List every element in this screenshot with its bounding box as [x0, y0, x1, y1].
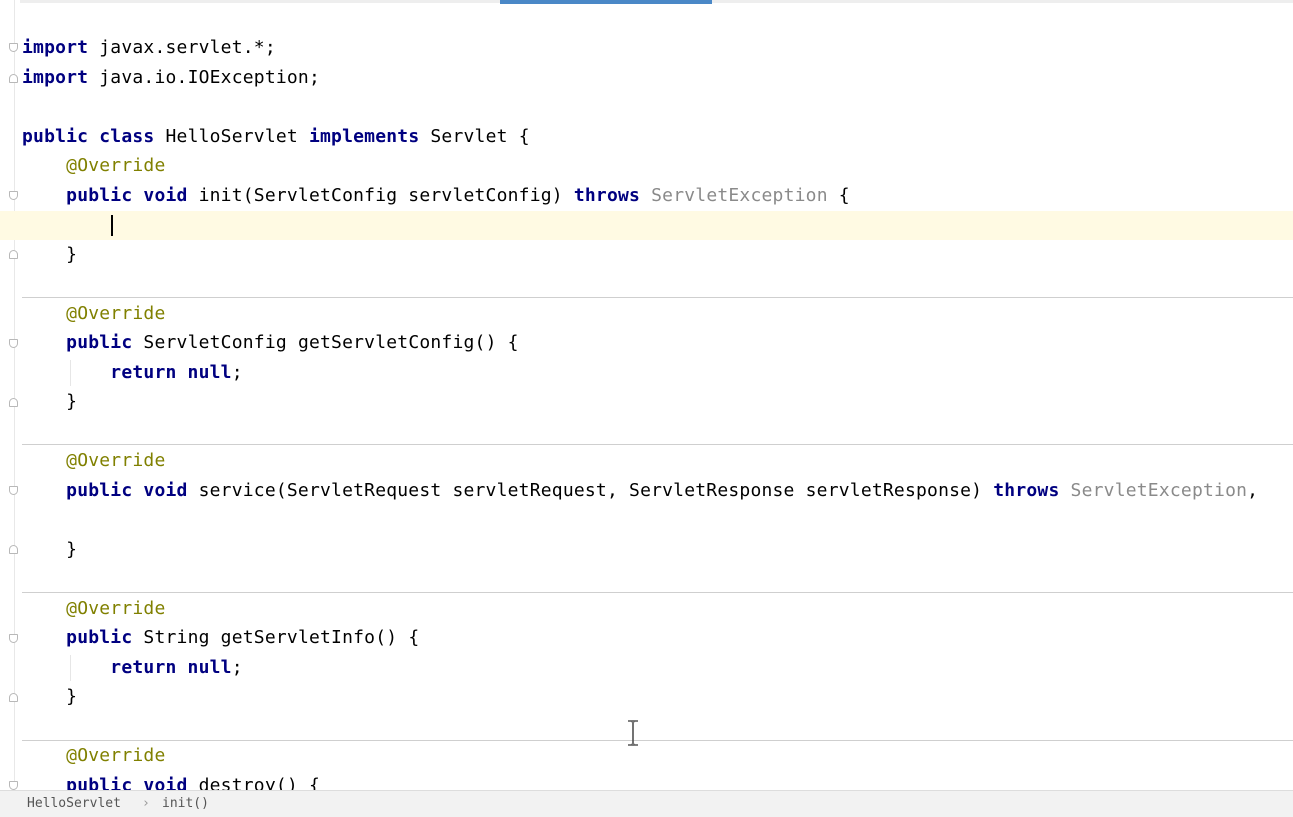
active-tab-indicator[interactable] — [500, 0, 712, 4]
text-caret — [111, 215, 113, 236]
fold-toggle-icon[interactable] — [9, 339, 18, 348]
code-token: public void — [66, 775, 188, 790]
code-token: java.io.IOException; — [88, 67, 321, 88]
fold-toggle-icon[interactable] — [9, 545, 18, 554]
gutter-divider — [14, 0, 15, 790]
fold-toggle-icon[interactable] — [9, 781, 18, 790]
code-token: , — [1247, 480, 1259, 501]
code-line[interactable]: public void init(ServletConfig servletCo… — [22, 181, 850, 210]
code-token: Servlet { — [419, 126, 530, 147]
code-token: public void — [66, 480, 188, 501]
code-line[interactable]: @Override — [22, 741, 166, 770]
code-line[interactable]: public class HelloServlet implements Ser… — [22, 122, 530, 151]
code-token: implements — [308, 126, 420, 147]
code-token: ServletException — [651, 185, 828, 206]
code-line[interactable]: @Override — [22, 594, 166, 623]
code-token: { — [827, 185, 850, 206]
code-line[interactable]: public ServletConfig getServletConfig() … — [22, 328, 519, 357]
code-line[interactable]: import java.io.IOException; — [22, 63, 320, 92]
code-token: String getServletInfo() { — [132, 627, 420, 648]
code-token: @Override — [66, 745, 166, 766]
code-token: public void — [66, 185, 188, 206]
text-cursor-icon — [628, 720, 638, 746]
fold-toggle-icon[interactable] — [9, 693, 18, 702]
breadcrumb-item-method[interactable]: init() — [162, 791, 209, 817]
code-line[interactable]: } — [22, 682, 77, 711]
code-token: throws — [993, 480, 1060, 501]
code-token: public class — [22, 126, 155, 147]
method-separator — [22, 592, 1293, 593]
code-token: throws — [573, 185, 641, 206]
code-token: init(ServletConfig servletConfig) — [187, 185, 574, 206]
code-token: ; — [231, 362, 243, 383]
code-line[interactable]: @Override — [22, 299, 166, 328]
code-token: public — [66, 627, 133, 648]
code-line[interactable]: @Override — [22, 446, 166, 475]
code-line[interactable]: @Override — [22, 151, 166, 180]
code-token: return null — [110, 362, 232, 383]
fold-toggle-icon[interactable] — [9, 634, 18, 643]
code-line[interactable]: import javax.servlet.*; — [22, 33, 276, 62]
code-token: @Override — [66, 450, 166, 471]
code-editor[interactable]: import javax.servlet.*; import java.io.IO… — [0, 0, 1293, 790]
code-token: import — [22, 67, 89, 88]
code-token: } — [22, 391, 78, 412]
current-line-highlight — [0, 211, 1293, 240]
code-token: @Override — [66, 303, 166, 324]
code-token: ; — [231, 657, 243, 678]
code-line[interactable]: } — [22, 240, 77, 269]
breadcrumb-item-class[interactable]: HelloServlet — [27, 791, 121, 817]
code-token: @Override — [66, 155, 166, 176]
code-token: @Override — [66, 598, 166, 619]
code-token: HelloServlet — [154, 126, 309, 147]
code-token: service(ServletRequest servletRequest, S… — [187, 480, 994, 501]
fold-toggle-icon[interactable] — [9, 191, 18, 200]
method-separator — [22, 444, 1293, 445]
code-token: import — [22, 37, 89, 58]
code-token: ServletConfig getServletConfig() { — [132, 332, 519, 353]
fold-toggle-icon[interactable] — [9, 43, 18, 52]
code-token: javax.servlet.*; — [88, 37, 276, 58]
code-line[interactable]: return null; — [22, 358, 243, 387]
fold-toggle-icon[interactable] — [9, 74, 18, 83]
code-line[interactable]: return null; — [22, 653, 243, 682]
code-line[interactable]: public void service(ServletRequest servl… — [22, 476, 1258, 505]
code-token: destroy() { — [187, 775, 321, 790]
code-token: } — [22, 244, 78, 265]
code-line[interactable]: public String getServletInfo() { — [22, 623, 419, 652]
breadcrumb: HelloServlet › init() — [0, 790, 1293, 817]
breadcrumb-separator: › — [142, 796, 150, 811]
code-line[interactable]: } — [22, 535, 77, 564]
code-line[interactable]: } — [22, 387, 77, 416]
method-separator — [22, 740, 1293, 741]
code-token: return null — [110, 657, 232, 678]
code-line[interactable]: public void destroy() { — [22, 771, 320, 790]
fold-toggle-icon[interactable] — [9, 250, 18, 259]
code-token: ServletException — [1070, 480, 1248, 501]
code-token: } — [22, 539, 78, 560]
editor-gutter[interactable] — [0, 0, 20, 790]
fold-toggle-icon[interactable] — [9, 486, 18, 495]
method-separator — [22, 297, 1293, 298]
code-token: } — [22, 686, 78, 707]
fold-toggle-icon[interactable] — [9, 398, 18, 407]
code-token: public — [66, 332, 133, 353]
